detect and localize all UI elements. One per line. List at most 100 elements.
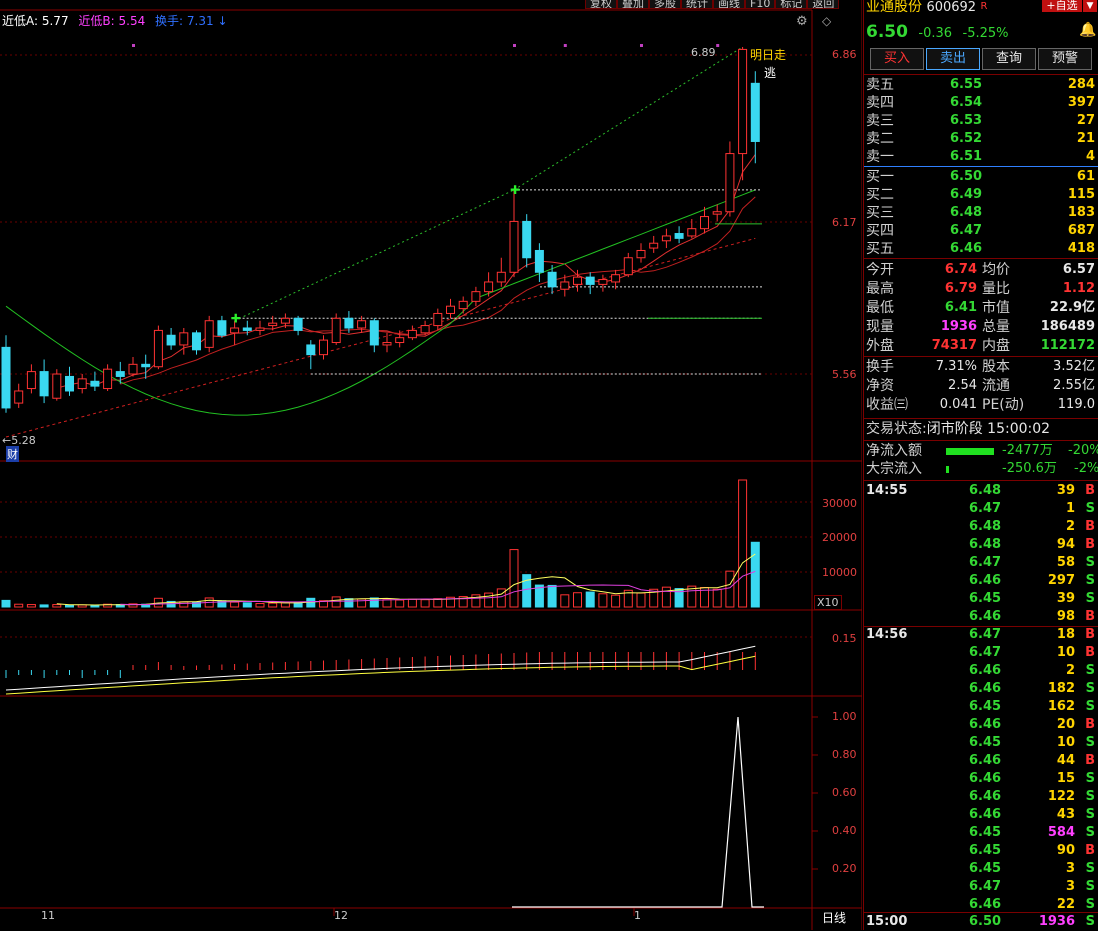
bell-icon[interactable]: 🔔 xyxy=(1079,22,1096,38)
candle-body xyxy=(382,342,392,346)
flow-label: 净流入额 xyxy=(866,443,922,459)
ask-price: 6.55 xyxy=(950,77,983,92)
tick-side: S xyxy=(1085,663,1095,678)
volume-bar xyxy=(738,479,748,608)
price-axis-low: 5.56 xyxy=(832,368,857,381)
stat2-row: 净资 2.54 流通 2.55亿 xyxy=(864,377,1098,395)
toolbar-fanhui[interactable]: 返回 xyxy=(807,0,840,9)
tick-side: B xyxy=(1085,483,1095,498)
separator xyxy=(864,74,1098,75)
stat2-row: 收益㈢ 0.041 PE(动) 119.0 xyxy=(864,396,1098,414)
tick-volume: 10 xyxy=(1056,735,1075,750)
tick-volume: 18 xyxy=(1056,627,1075,642)
volume-bar xyxy=(90,604,100,608)
top-dot xyxy=(513,44,516,47)
separator xyxy=(864,480,1098,481)
tick-volume: 44 xyxy=(1056,753,1075,768)
alert-button[interactable]: 预警 xyxy=(1038,48,1092,70)
candle-body xyxy=(115,371,125,377)
toolbar-biaoji[interactable]: 标记 xyxy=(775,0,808,9)
tick-row: 6.46 98 B xyxy=(864,608,1098,626)
toolbar-diejia[interactable]: 叠加 xyxy=(617,0,649,9)
sell-button[interactable]: 卖出 xyxy=(926,48,980,70)
tick-side: S xyxy=(1085,555,1095,570)
trade-status: 交易状态:闭市阶段 15:00:02 xyxy=(864,420,1098,438)
tick-row: 6.45 162 S xyxy=(864,698,1098,716)
volume-bar xyxy=(547,584,557,608)
bid-row: 买二 6.49 115 xyxy=(864,186,1098,204)
diamond-icon[interactable]: ◇ xyxy=(822,14,831,28)
tick-price: 6.47 xyxy=(969,555,1002,570)
buy-button[interactable]: 买入 xyxy=(870,48,924,70)
ask-volume: 21 xyxy=(1076,131,1095,146)
tick-volume: 1 xyxy=(1065,501,1075,516)
query-button[interactable]: 查询 xyxy=(982,48,1036,70)
tick-volume: 162 xyxy=(1047,699,1075,714)
candle-body xyxy=(52,373,62,399)
flow-value: -250.6万 xyxy=(1002,461,1057,476)
price-row: 6.50 -0.36 -5.25% xyxy=(864,22,1098,42)
toolbar-tongji[interactable]: 统计 xyxy=(681,0,713,9)
bid-volume: 183 xyxy=(1067,205,1095,220)
candle-body xyxy=(357,320,367,329)
add-watchlist-button[interactable]: +自选 xyxy=(1042,0,1082,12)
candle-body xyxy=(509,220,519,273)
osc-axis-080: 0.80 xyxy=(832,748,857,761)
price-change: -0.36 xyxy=(918,26,953,41)
tick-volume: 20 xyxy=(1056,717,1075,732)
volume-bar xyxy=(407,598,417,608)
candle-body xyxy=(306,344,316,356)
toolbar-f10[interactable]: F10 xyxy=(745,0,776,9)
legend-turnover: 换手: 7.31 xyxy=(155,14,214,28)
toolbar-duogu[interactable]: 多股 xyxy=(649,0,681,9)
tick-side: S xyxy=(1085,771,1095,786)
high-price-label: 6.89 xyxy=(691,46,716,59)
ask-label: 卖二 xyxy=(866,131,894,147)
candle-body xyxy=(39,371,49,397)
candle-body xyxy=(420,325,430,334)
candle-body xyxy=(649,242,659,249)
tick-row: 6.45 3 S xyxy=(864,860,1098,878)
volume-bar xyxy=(242,602,252,608)
bid-price: 6.46 xyxy=(950,241,983,256)
finance-marker[interactable]: 财 xyxy=(6,446,19,462)
gear-icon[interactable]: ⚙ xyxy=(796,14,808,29)
tick-volume: 2 xyxy=(1065,519,1075,534)
volume-bar xyxy=(179,601,189,608)
signal-label: 明日走 xyxy=(750,48,787,62)
toolbar-fuquan[interactable]: 复权 xyxy=(585,0,617,9)
toolbar-huaxian[interactable]: 画线 xyxy=(713,0,745,9)
period-label[interactable]: 日线 xyxy=(822,909,846,926)
separator xyxy=(864,258,1098,259)
tick-side: B xyxy=(1085,627,1095,642)
dropdown-icon[interactable]: ▼ xyxy=(1083,0,1097,12)
tick-volume: 3 xyxy=(1065,861,1075,876)
tick-row: 6.45 10 S xyxy=(864,734,1098,752)
candle-body xyxy=(217,320,227,336)
stat-value: 2.54 xyxy=(948,378,977,393)
ask-volume: 397 xyxy=(1067,95,1095,110)
candle-body xyxy=(204,320,214,348)
tick-price: 6.47 xyxy=(969,879,1002,894)
last-price: 6.50 xyxy=(866,22,908,42)
stat-label: 最低 xyxy=(866,300,894,316)
tick-side: B xyxy=(1085,537,1095,552)
ask-volume: 4 xyxy=(1085,149,1095,164)
tick-price: 6.48 xyxy=(969,519,1002,534)
volume-bar xyxy=(509,549,519,608)
chart-canvas[interactable]: ✚✚ xyxy=(0,0,862,930)
tick-price: 6.46 xyxy=(969,573,1002,588)
volume-bar xyxy=(39,604,49,608)
ask-row: 卖二 6.52 21 xyxy=(864,130,1098,148)
tick-volume: 3 xyxy=(1065,879,1075,894)
stat-label: 今开 xyxy=(866,262,894,278)
volume-bar xyxy=(712,588,722,608)
price-axis-top: 6.86 xyxy=(832,48,857,61)
ask-price: 6.53 xyxy=(950,113,983,128)
osc-axis-100: 1.00 xyxy=(832,710,857,723)
tick-row: 6.46 297 S xyxy=(864,572,1098,590)
kline-chart[interactable]: ✚ ✚ 近低A: 5.77 近低B: 5.54 换手: 7.31 ↓ 复权 叠加 … xyxy=(0,0,862,930)
candle-body xyxy=(611,274,621,283)
bid-volume: 61 xyxy=(1076,169,1095,184)
volume-bar xyxy=(750,541,760,608)
